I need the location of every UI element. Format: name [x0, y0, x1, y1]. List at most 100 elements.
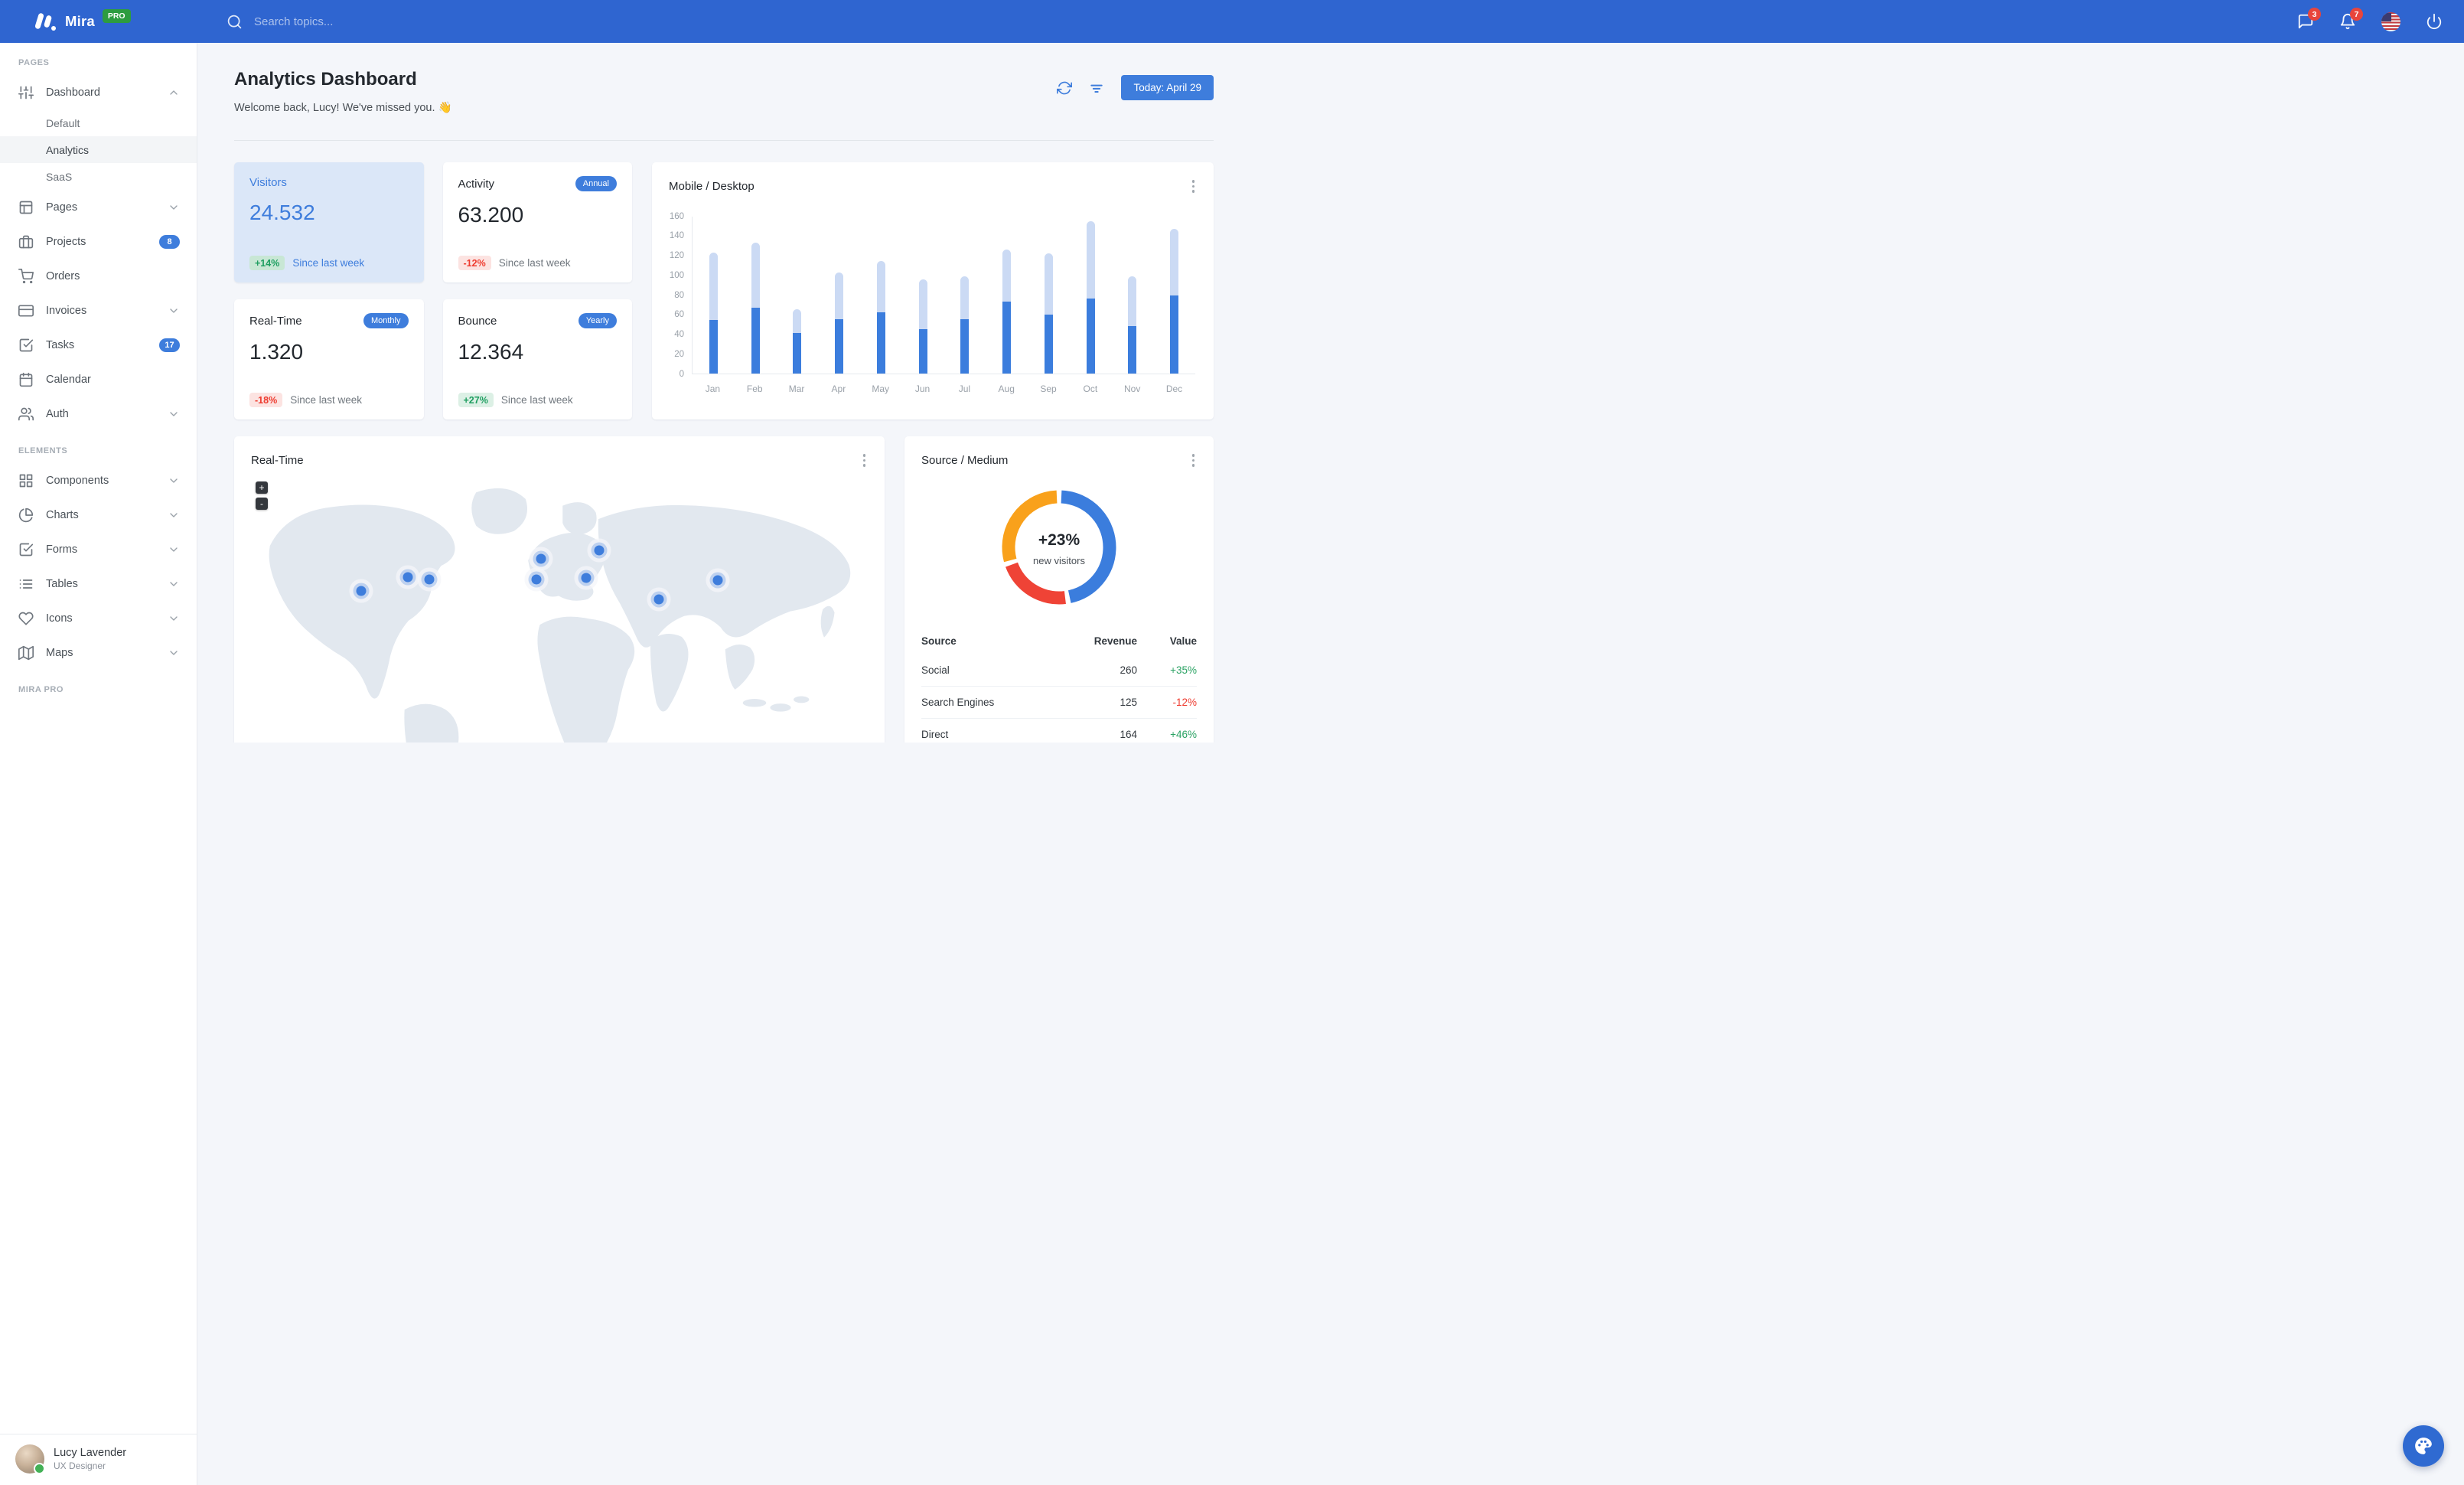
revenue-cell: 260: [1120, 664, 1137, 676]
x-axis-label: Jan: [705, 383, 721, 394]
bar-column-nov[interactable]: [1112, 217, 1154, 374]
sidebar-item-invoices[interactable]: Invoices: [0, 293, 197, 328]
mira-logo-icon: [34, 11, 57, 31]
x-axis-label: Jun: [914, 383, 931, 394]
sidebar-user-card[interactable]: Lucy Lavender UX Designer: [0, 1434, 197, 1485]
users-icon: [18, 406, 34, 422]
stat-caption: Since last week: [500, 394, 573, 406]
sidebar-item-orders[interactable]: Orders: [0, 259, 197, 293]
x-axis-label: Apr: [831, 383, 846, 394]
column-header-revenue: Revenue: [1093, 635, 1137, 647]
language-selector[interactable]: [2381, 11, 2400, 31]
search-input[interactable]: [254, 15, 507, 28]
bar-column-aug[interactable]: [986, 217, 1028, 374]
y-axis-tick: 120: [669, 251, 684, 260]
map-marker[interactable]: [594, 545, 605, 556]
map-marker[interactable]: [356, 586, 367, 596]
sidebar-item-charts[interactable]: Charts: [0, 498, 197, 532]
card-menu-button[interactable]: [861, 452, 869, 469]
sidebar-item-analytics[interactable]: Analytics: [0, 136, 197, 163]
card-title: Real-Time: [251, 453, 304, 467]
sliders-icon: [18, 85, 34, 100]
filter-button[interactable]: [1089, 80, 1104, 96]
map-marker[interactable]: [531, 574, 542, 585]
bar-column-oct[interactable]: [1070, 217, 1112, 374]
us-flag-icon: [2381, 11, 2400, 31]
bar-column-apr[interactable]: [818, 217, 860, 374]
messages-button[interactable]: 3: [2297, 8, 2321, 30]
sidebar-item-label: Maps: [46, 646, 73, 659]
period-badge: Annual: [575, 176, 617, 191]
map-marker[interactable]: [712, 575, 723, 586]
brand-name: Mira: [65, 13, 95, 29]
map-marker[interactable]: [424, 574, 435, 585]
bar-mobile-segment: [1170, 295, 1179, 374]
source-cell: Search Engines: [921, 696, 995, 708]
map-marker[interactable]: [403, 572, 413, 583]
bar-column-mar[interactable]: [777, 217, 819, 374]
sidebar-item-components[interactable]: Components: [0, 463, 197, 498]
card-title: Source / Medium: [921, 453, 1009, 467]
map-marker[interactable]: [653, 594, 664, 605]
sidebar-item-pages[interactable]: Pages: [0, 190, 197, 224]
sidebar-item-tasks[interactable]: Tasks 17: [0, 328, 197, 362]
chevron-down-icon: [168, 201, 180, 214]
bar-mobile-segment: [1128, 326, 1137, 374]
sidebar-item-auth[interactable]: Auth: [0, 397, 197, 431]
date-range-button[interactable]: Today: April 29: [1121, 75, 1214, 100]
mobile-desktop-chart-card: Mobile / Desktop 160 140 120 100 80 60 40 20 0 J…: [652, 162, 1214, 419]
card-title: Mobile / Desktop: [669, 179, 755, 193]
map-marker[interactable]: [581, 573, 592, 583]
sidebar-item-forms[interactable]: Forms: [0, 532, 197, 566]
bar-mobile-segment: [835, 319, 844, 374]
column-header-source: Source: [921, 635, 957, 647]
stat-card-realtime: Real-Time Monthly 1.320 -18% Since last …: [234, 299, 424, 419]
list-icon: [18, 576, 34, 592]
sidebar-item-projects[interactable]: Projects 8: [0, 224, 197, 259]
brand[interactable]: Mira PRO: [0, 9, 197, 31]
x-axis-label: Dec: [1165, 383, 1183, 394]
map-marker[interactable]: [536, 553, 546, 564]
revenue-cell: 164: [1120, 728, 1137, 740]
search-bar: [227, 14, 507, 30]
header-actions: Today: April 29: [1057, 75, 1214, 100]
sidebar-item-calendar[interactable]: Calendar: [0, 362, 197, 397]
sidebar-item-icons[interactable]: Icons: [0, 601, 197, 635]
heart-icon: [18, 611, 34, 626]
sidebar-item-maps[interactable]: Maps: [0, 635, 197, 670]
sidebar-item-default[interactable]: Default: [0, 109, 197, 136]
donut-center-value: +23%: [1038, 531, 1080, 549]
zoom-in-button[interactable]: +: [256, 481, 268, 494]
bar-column-jan[interactable]: [693, 217, 735, 374]
check-square-icon: [18, 542, 34, 557]
bar-column-jul[interactable]: [944, 217, 986, 374]
sidebar-item-dashboard[interactable]: Dashboard: [0, 75, 197, 109]
sidebar-item-tables[interactable]: Tables: [0, 566, 197, 601]
sidebar-item-label: Orders: [46, 269, 80, 282]
sign-out-button[interactable]: [2426, 13, 2443, 30]
bar-column-dec[interactable]: [1153, 217, 1195, 374]
sidebar-item-saas[interactable]: SaaS: [0, 163, 197, 190]
x-axis-label: Mar: [788, 383, 805, 394]
sidebar-item-label: Tasks: [46, 338, 75, 351]
card-menu-button[interactable]: [1190, 178, 1198, 195]
bar-column-jun[interactable]: [902, 217, 944, 374]
bar-desktop-segment: [751, 243, 760, 308]
bar-column-may[interactable]: [860, 217, 902, 374]
bar-column-feb[interactable]: [735, 217, 777, 374]
bar-column-sep[interactable]: [1028, 217, 1070, 374]
x-axis-label: Jul: [958, 383, 971, 394]
notifications-button[interactable]: 7: [2339, 8, 2363, 30]
zoom-out-button[interactable]: -: [256, 497, 268, 510]
bar-mobile-segment: [918, 328, 927, 374]
y-axis-tick: 20: [674, 349, 684, 359]
delta-chip: +27%: [458, 393, 494, 407]
refresh-button[interactable]: [1057, 80, 1073, 96]
main-content: Analytics Dashboard Welcome back, Lucy! …: [197, 43, 1232, 742]
stat-title: Bounce: [458, 314, 497, 328]
stat-value: 12.364: [458, 340, 524, 364]
theme-customizer-button[interactable]: [2403, 1425, 2444, 1467]
bar-mobile-segment: [876, 312, 885, 374]
card-menu-button[interactable]: [1190, 452, 1198, 469]
palette-icon: [2415, 1438, 2432, 1454]
